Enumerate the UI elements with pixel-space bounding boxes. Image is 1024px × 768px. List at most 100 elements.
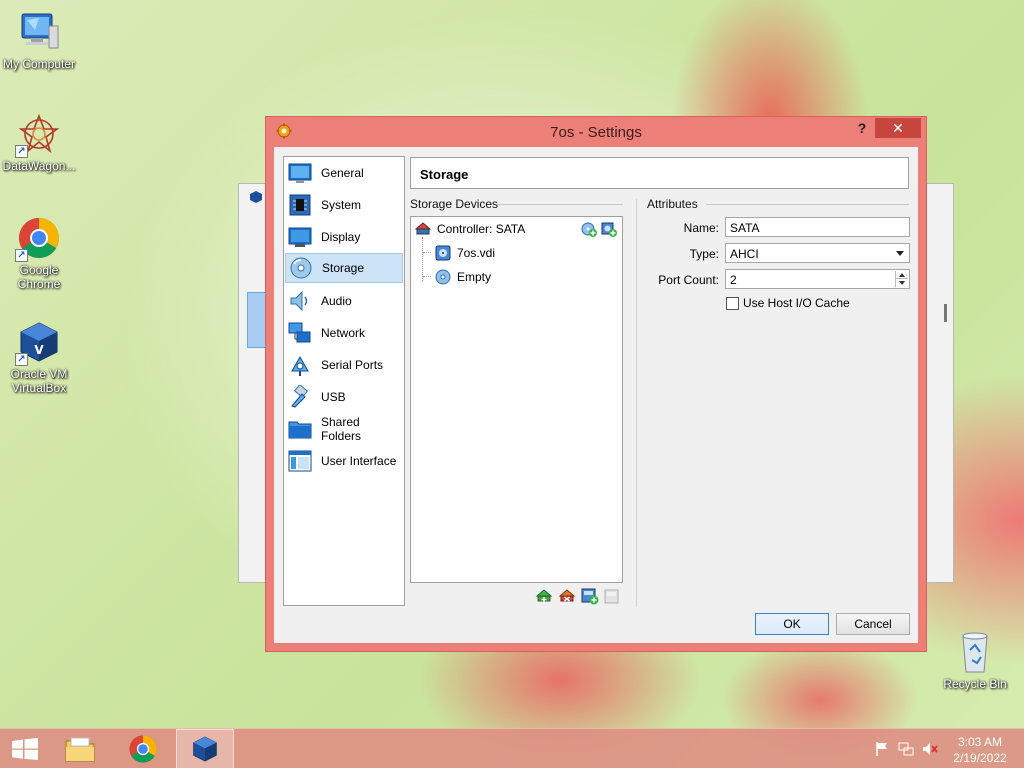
spin-down-icon[interactable] — [895, 279, 908, 287]
help-button[interactable]: ? — [851, 120, 873, 140]
group-divider — [706, 204, 909, 205]
nav-item-system[interactable]: System — [285, 190, 403, 220]
desktop-icon-datawagon[interactable]: ↗ DataWagon... — [0, 112, 81, 173]
nav-item-network[interactable]: Network — [285, 318, 403, 348]
tree-item-label: Empty — [457, 270, 492, 284]
nav-item-user-interface[interactable]: User Interface — [285, 446, 403, 476]
clock-date: 2/19/2022 — [953, 751, 1007, 765]
nav-item-label: Display — [321, 230, 361, 244]
ok-button[interactable]: OK — [755, 613, 829, 635]
desktop-icon-label: DataWagon... — [2, 159, 76, 173]
clock-time: 3:03 AM — [957, 735, 1003, 749]
system-icon — [288, 193, 312, 217]
network-tray-icon[interactable] — [898, 741, 914, 757]
nav-item-label: User Interface — [321, 454, 397, 468]
type-label: Type: — [689, 247, 719, 261]
shortcut-arrow-icon: ↗ — [15, 249, 28, 262]
add-controller-button[interactable] — [535, 587, 553, 605]
dialog-client-area: General System Display Storage Audio Net… — [274, 147, 918, 643]
close-button[interactable]: ✕ — [875, 118, 921, 138]
controller-icon — [414, 221, 432, 237]
tree-item-7os-vdi[interactable]: 7os.vdi — [435, 243, 495, 263]
virtualbox-icon — [191, 735, 219, 766]
storage-tree[interactable]: Controller: SATA 7os.vdi Empty — [410, 216, 623, 583]
start-button[interactable] — [0, 729, 58, 768]
svg-text:V: V — [34, 343, 44, 357]
desktop-icon-my-computer[interactable]: My Computer — [0, 10, 81, 71]
add-attachment-button[interactable] — [581, 587, 599, 605]
nav-item-general[interactable]: General — [285, 158, 403, 188]
shortcut-arrow-icon: ↗ — [15, 353, 28, 366]
nav-item-storage[interactable]: Storage — [285, 253, 403, 283]
optical-disc-icon — [435, 269, 451, 285]
type-dropdown-value: AHCI — [730, 247, 759, 261]
name-label: Name: — [683, 221, 719, 235]
desktop-icon-virtualbox[interactable]: V ↗ Oracle VM VirtualBox — [0, 320, 81, 395]
desktop-icon-label: My Computer — [2, 57, 76, 71]
shared-folders-icon — [288, 417, 312, 441]
port-count-value: 2 — [730, 273, 737, 287]
storage-icon — [289, 256, 313, 280]
nav-item-audio[interactable]: Audio — [285, 286, 403, 316]
cancel-button[interactable]: Cancel — [836, 613, 910, 635]
settings-nav-list: General System Display Storage Audio Net… — [283, 156, 405, 606]
audio-icon — [288, 289, 312, 313]
windows-logo-icon — [12, 738, 38, 763]
remove-attachment-button[interactable] — [603, 587, 621, 605]
nav-item-label: Shared Folders — [321, 415, 362, 443]
desktop-icon-label: Google Chrome — [17, 263, 61, 291]
group-divider — [497, 204, 623, 205]
tree-item-empty[interactable]: Empty — [435, 267, 491, 287]
nav-item-label: Storage — [322, 261, 365, 275]
shortcut-arrow-icon: ↗ — [15, 145, 28, 158]
nav-item-label: Network — [321, 326, 366, 340]
taskbar-virtualbox[interactable] — [176, 729, 234, 768]
datawagon-icon: ↗ — [15, 112, 61, 158]
desktop-icon-label: Oracle VM VirtualBox — [10, 367, 68, 395]
name-field[interactable]: SATA — [725, 217, 910, 237]
port-count-label: Port Count: — [658, 273, 719, 287]
type-dropdown[interactable]: AHCI — [725, 243, 910, 263]
nav-item-label: Serial Ports — [321, 358, 384, 372]
taskbar-clock[interactable]: 3:03 AM 2/19/2022 — [946, 734, 1014, 766]
nav-item-label: Audio — [321, 294, 352, 308]
nav-item-shared-folders[interactable]: Shared Folders — [285, 414, 403, 444]
dialog-title: 7os - Settings — [550, 124, 642, 141]
nav-item-serial-ports[interactable]: Serial Ports — [285, 350, 403, 380]
tree-item-label: Controller: SATA — [437, 222, 526, 236]
port-count-spinbox[interactable]: 2 — [725, 269, 910, 289]
use-host-io-cache-checkbox[interactable] — [726, 297, 739, 310]
tree-item-controller-sata[interactable]: Controller: SATA — [414, 219, 526, 239]
my-computer-icon — [17, 10, 61, 54]
attributes-group-title: Attributes — [647, 197, 698, 211]
nav-item-usb[interactable]: USB — [285, 382, 403, 412]
scrollbar[interactable] — [944, 304, 947, 322]
virtualbox-icon — [249, 190, 263, 204]
spin-up-icon[interactable] — [895, 271, 908, 279]
tree-guide-line — [423, 276, 431, 277]
use-host-io-cache-label: Use Host I/O Cache — [743, 296, 850, 310]
network-icon — [288, 321, 312, 345]
tree-guide-line — [422, 237, 423, 281]
general-icon — [288, 161, 312, 185]
usb-icon — [288, 384, 312, 409]
dialog-titlebar[interactable]: 7os - Settings ? ✕ — [266, 117, 926, 147]
storage-devices-group-title: Storage Devices — [410, 197, 499, 211]
add-optical-drive-button[interactable] — [581, 221, 597, 237]
tree-item-label: 7os.vdi — [457, 246, 496, 260]
remove-controller-button[interactable] — [558, 587, 576, 605]
tree-guide-line — [423, 252, 431, 253]
chrome-icon: ↗ — [15, 216, 61, 262]
add-hard-disk-button[interactable] — [601, 221, 617, 237]
chrome-icon — [128, 734, 158, 767]
display-icon — [288, 225, 312, 249]
nav-item-display[interactable]: Display — [285, 222, 403, 252]
desktop-icon-recycle-bin[interactable]: Recycle Bin — [933, 630, 1017, 691]
desktop-icon-google-chrome[interactable]: ↗ Google Chrome — [0, 216, 81, 291]
recycle-bin-icon — [953, 630, 997, 674]
taskbar-chrome[interactable] — [114, 729, 172, 768]
taskbar-file-explorer[interactable] — [52, 729, 110, 768]
action-center-flag-icon[interactable] — [874, 741, 890, 757]
volume-muted-icon[interactable] — [922, 741, 938, 757]
serial-ports-icon — [288, 353, 312, 377]
